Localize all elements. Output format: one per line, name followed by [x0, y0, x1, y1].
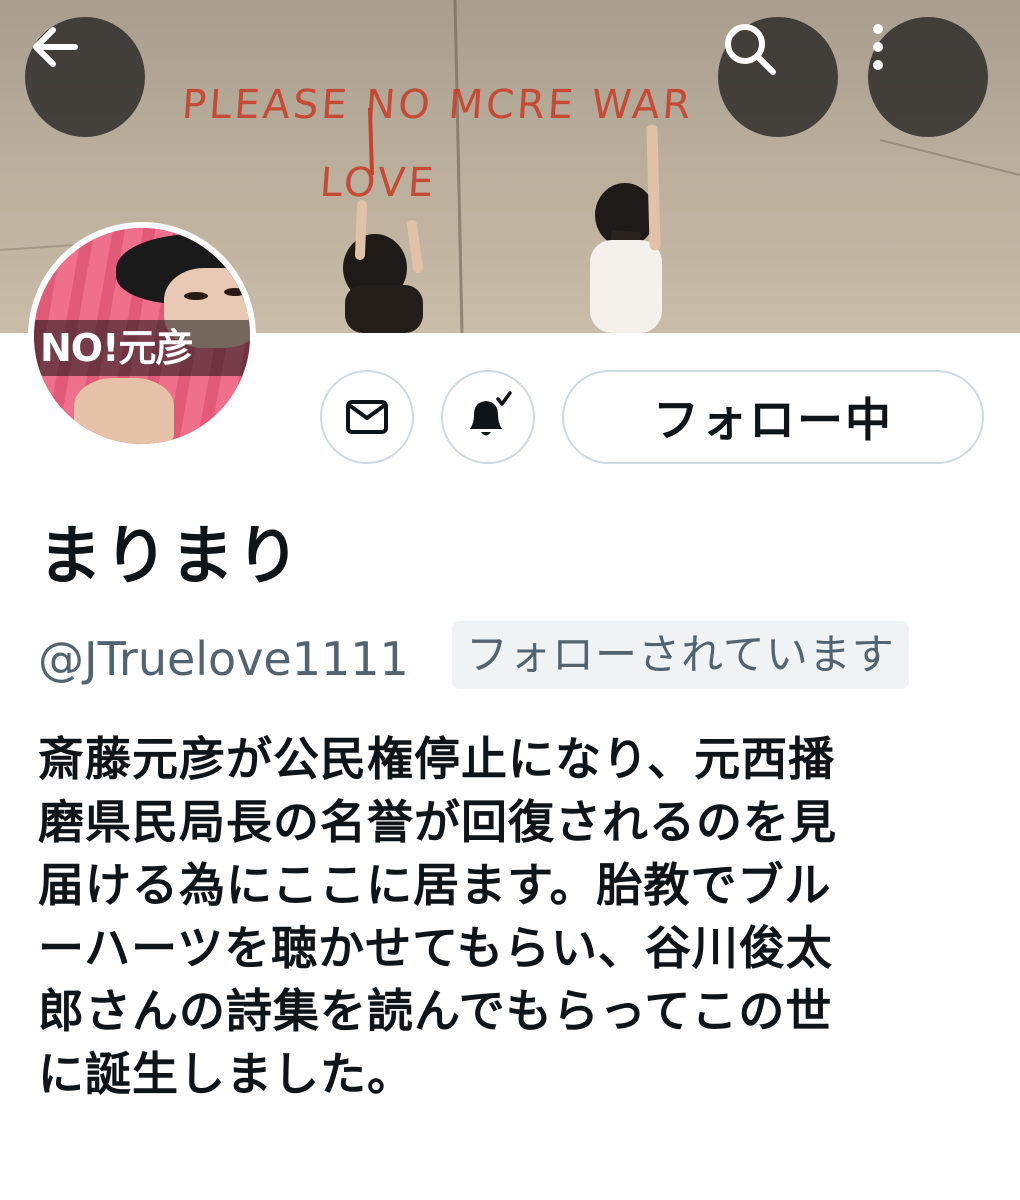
banner-graffiti-line1: PLEASE NO MCRE WAR [180, 82, 695, 128]
more-vertical-icon [873, 24, 883, 70]
notifications-button[interactable] [441, 370, 535, 464]
avatar-eye-left [184, 292, 208, 300]
search-icon [725, 24, 776, 75]
bio-line: 磨県民局長の名誉が回復されるのを見 [38, 795, 837, 849]
search-button[interactable] [718, 17, 838, 137]
follows-you-badge: フォローされています [452, 621, 909, 689]
bio-line: に誕生しました。 [38, 1047, 414, 1101]
avatar[interactable]: NO!元彦 [28, 222, 256, 450]
banner-graffiti-line2: LOVE [318, 160, 438, 206]
following-button-label: フォロー中 [653, 393, 893, 447]
following-button[interactable]: フォロー中 [562, 370, 984, 464]
user-handle: @JTruelove1111 [38, 632, 409, 686]
mail-icon [346, 400, 388, 434]
display-name: まりまり [38, 520, 302, 594]
bell-check-icon [470, 391, 512, 436]
avatar-eye-right [224, 288, 246, 296]
avatar-hand [74, 378, 174, 444]
back-button[interactable] [25, 17, 145, 137]
more-options-button[interactable] [868, 17, 988, 137]
message-button[interactable] [320, 370, 414, 464]
avatar-label: NO!元彦 [34, 320, 250, 376]
back-arrow-icon [33, 27, 78, 67]
bio-line: 届ける為にここに居ます。胎教でブル [38, 858, 832, 912]
bio-line: 斎藤元彦が公民権停止になり、元西播 [38, 732, 836, 786]
bio-line: 郎さんの詩集を読んでもらってこの世 [38, 984, 833, 1038]
profile-bio: 斎藤元彦が公民権停止になり、元西播 磨県民局長の名誉が回復されるのを見 届ける為… [38, 728, 998, 1106]
bio-line: ーハーツを聴かせてもらい、谷川俊太 [38, 921, 833, 975]
